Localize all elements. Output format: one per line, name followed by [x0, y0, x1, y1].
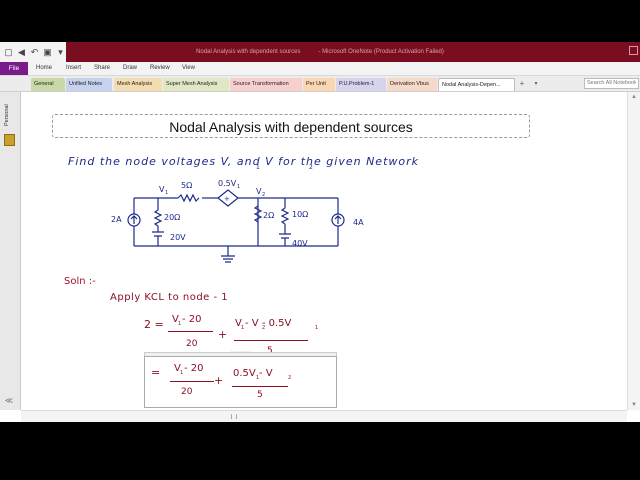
resistor-5-ohm [177, 193, 200, 203]
label-5-ohm: 5Ω [181, 181, 192, 190]
solution-label: Soln :- [64, 276, 96, 287]
resistor-20-ohm [153, 209, 163, 227]
label-20-ohm: 20Ω [164, 213, 180, 222]
eq1-fraction-bar-1 [168, 331, 213, 332]
eq2-denominator-1: 20 [181, 387, 193, 397]
equation-container[interactable] [144, 356, 337, 408]
eq1-numerator-2-sub-3: 1 [315, 325, 319, 331]
resistor-10-ohm [280, 207, 290, 225]
label-dep-source-sub: 1 [237, 184, 240, 190]
dep-source-sign: + [224, 195, 230, 203]
ground-wire [221, 246, 235, 263]
label-40v: 40V [292, 239, 308, 248]
eq2-fraction-bar-1 [170, 381, 214, 382]
eq1-numerator-2-sub-1: 1 [241, 325, 245, 331]
wire-20v [152, 226, 164, 246]
label-10-ohm: 10Ω [292, 210, 308, 219]
drag-handle-icon[interactable]: ······· [231, 349, 252, 355]
eq2-lhs: = [151, 366, 161, 379]
eq2-numerator-2-sub-2: 2 [288, 375, 292, 381]
eq1-numerator-2-sub-2: 2 [262, 325, 266, 331]
eq1-numerator-1-sub: 1 [178, 321, 182, 327]
eq1-plus: + [218, 328, 228, 341]
kcl-instruction: Apply KCL to node - 1 [110, 292, 229, 303]
eq2-denominator-2: 5 [257, 390, 263, 400]
eq2-fraction-bar-2 [232, 386, 288, 387]
eq2-plus: + [214, 374, 224, 387]
wire-40v [279, 224, 291, 246]
eq1-numerator-1: V - 20 [172, 314, 202, 325]
eq1-lhs: 2 = [144, 318, 164, 331]
eq2-numerator-2: 0.5V - V [233, 368, 273, 379]
label-4a: 4A [353, 218, 364, 227]
label-2-ohm: 2Ω [263, 211, 274, 220]
circuit-diagram: + V 1 5Ω 0.5V 1 V 2 20Ω 20V 2Ω 10Ω 40V 2… [111, 179, 364, 263]
eq2-numerator-1: V - 20 [174, 363, 204, 374]
eq1-fraction-bar-2 [234, 340, 308, 341]
label-2a: 2A [111, 215, 122, 224]
label-20v: 20V [170, 233, 186, 242]
label-v2-sub: 2 [262, 192, 265, 198]
eq2-numerator-1-sub: 1 [180, 370, 184, 376]
label-dep-source: 0.5V [218, 179, 237, 188]
label-v1-sub: 1 [165, 190, 168, 196]
eq1-denominator-1: 20 [186, 339, 198, 349]
eq2-numerator-2-sub-1: 1 [256, 375, 260, 381]
